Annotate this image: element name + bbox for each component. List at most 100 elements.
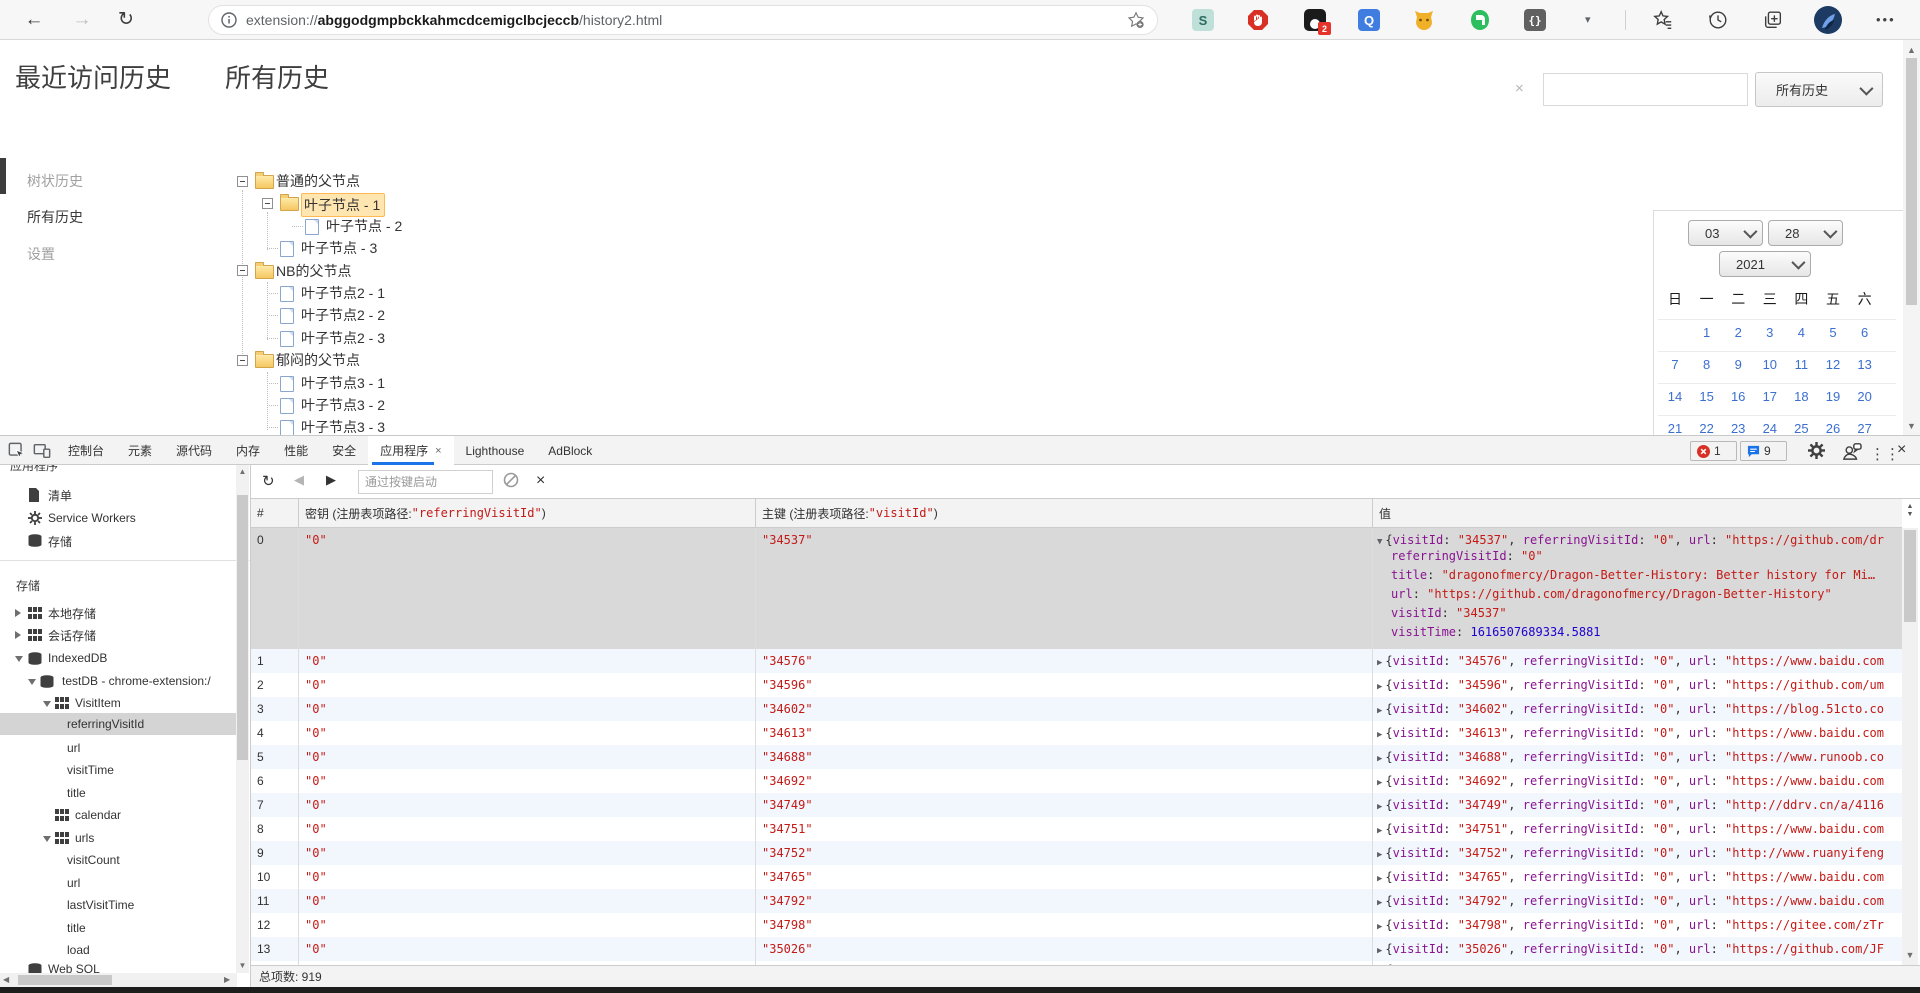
devtools-close-icon[interactable]: × bbox=[1897, 441, 1906, 459]
table-row[interactable]: 7"0""34749"▶{visitId: "34749", referring… bbox=[251, 793, 1902, 817]
calendar-day[interactable]: 14 bbox=[1660, 389, 1690, 404]
column-value[interactable]: 值 bbox=[1373, 499, 1902, 527]
devtools-tab-内存[interactable]: 内存 bbox=[224, 436, 272, 465]
tab-close-icon[interactable]: × bbox=[435, 445, 441, 457]
storage-item-title[interactable]: title bbox=[0, 917, 237, 939]
scroll-up-icon[interactable]: ▲ bbox=[1903, 45, 1920, 55]
storage-item-referringVisitId[interactable]: referringVisitId bbox=[0, 713, 237, 735]
storage-item-calendar[interactable]: calendar bbox=[0, 804, 237, 826]
tree-node-label[interactable]: 郁闷的父节点 bbox=[276, 350, 360, 370]
sidebar-item-Service Workers[interactable]: Service Workers bbox=[0, 507, 237, 529]
value-preview[interactable]: ▶{visitId: "34576", referringVisitId: "0… bbox=[1373, 649, 1902, 668]
expanded-arrow-icon[interactable] bbox=[43, 701, 51, 707]
settings-gear-icon[interactable] bbox=[1808, 442, 1826, 460]
tree-node-label[interactable]: 普通的父节点 bbox=[276, 171, 360, 191]
url-text[interactable]: extension://abggodgmpbckkahmcdcemigclbcj… bbox=[246, 12, 662, 28]
calendar-day[interactable]: 10 bbox=[1755, 357, 1785, 372]
collapsed-arrow-icon[interactable] bbox=[15, 631, 21, 639]
clear-block-icon[interactable] bbox=[503, 472, 519, 488]
sidebar-item-清单[interactable]: 清单 bbox=[0, 484, 237, 506]
sidebar-item-1[interactable]: 树状历史 bbox=[27, 171, 83, 191]
table-row[interactable]: 1"0""34576"▶{visitId: "34576", referring… bbox=[251, 649, 1902, 673]
storage-item-url[interactable]: url bbox=[0, 872, 237, 894]
value-preview[interactable]: ▶{visitId: "34751", referringVisitId: "0… bbox=[1373, 817, 1902, 836]
message-badge[interactable]: 9 bbox=[1740, 441, 1787, 461]
devtools-tab-Lighthouse[interactable]: Lighthouse bbox=[454, 436, 537, 465]
table-row[interactable]: 10"0""34765"▶{visitId: "34765", referrin… bbox=[251, 865, 1902, 889]
sidebar-horizontal-scrollbar[interactable]: ◀ ▶ bbox=[0, 973, 237, 987]
calendar-day[interactable]: 18 bbox=[1786, 389, 1816, 404]
calendar-day[interactable]: 15 bbox=[1692, 389, 1722, 404]
value-preview[interactable]: ▶{visitId: "35026", referringVisitId: "0… bbox=[1373, 937, 1902, 956]
table-row[interactable]: 5"0""34688"▶{visitId: "34688", referring… bbox=[251, 745, 1902, 769]
calendar-day[interactable]: 12 bbox=[1818, 357, 1848, 372]
table-row[interactable]: 0"0""34537"▼{visitId: "34537", referring… bbox=[251, 528, 1902, 649]
extension-q-icon[interactable]: Q bbox=[1358, 9, 1380, 31]
refresh-icon[interactable]: ↻ bbox=[262, 472, 275, 490]
extension-s-icon[interactable]: S bbox=[1192, 9, 1214, 31]
calendar-day[interactable]: 22 bbox=[1692, 421, 1722, 435]
calendar-day[interactable]: 16 bbox=[1723, 389, 1753, 404]
column-resize-arrows[interactable]: ▲▼ bbox=[1904, 503, 1916, 519]
tree-node-label[interactable]: 叶子节点3 - 3 bbox=[301, 417, 385, 435]
month-select[interactable]: 03 bbox=[1688, 220, 1763, 246]
value-preview[interactable]: ▶{visitId: "34792", referringVisitId: "0… bbox=[1373, 889, 1902, 908]
sidebar-item-2[interactable]: 所有历史 bbox=[27, 207, 83, 227]
year-select[interactable]: 2021 bbox=[1719, 251, 1811, 277]
key-filter-input[interactable] bbox=[358, 470, 493, 494]
value-preview[interactable]: ▶{visitId: "34613", referringVisitId: "0… bbox=[1373, 721, 1902, 740]
calendar-day[interactable]: 4 bbox=[1786, 325, 1816, 340]
devtools-tab-安全[interactable]: 安全 bbox=[320, 436, 368, 465]
table-row[interactable]: 11"0""34792"▶{visitId: "34792", referrin… bbox=[251, 889, 1902, 913]
calendar-day[interactable]: 1 bbox=[1692, 325, 1722, 340]
value-preview[interactable]: ▶{visitId: "34692", referringVisitId: "0… bbox=[1373, 769, 1902, 788]
value-preview[interactable]: ▶{visitId: "34596", referringVisitId: "0… bbox=[1373, 673, 1902, 692]
calendar-day[interactable]: 26 bbox=[1818, 421, 1848, 435]
column-key[interactable]: 密钥 (注册表项路径: "referringVisitId") bbox=[299, 499, 756, 527]
next-page-icon[interactable]: ▶ bbox=[326, 472, 336, 488]
calendar-day[interactable]: 19 bbox=[1818, 389, 1848, 404]
value-preview[interactable]: ▶{visitId: "34765", referringVisitId: "0… bbox=[1373, 865, 1902, 884]
scroll-down-icon[interactable]: ▼ bbox=[1903, 421, 1920, 431]
add-favorite-icon[interactable] bbox=[1127, 11, 1145, 29]
storage-item-visitTime[interactable]: visitTime bbox=[0, 759, 237, 781]
calendar-day[interactable]: 21 bbox=[1660, 421, 1690, 435]
scroll-right-icon[interactable]: ▶ bbox=[224, 975, 230, 984]
collections-icon[interactable] bbox=[1762, 9, 1784, 31]
sidebar-item-存储[interactable]: 存储 bbox=[0, 530, 237, 552]
calendar-day[interactable]: 17 bbox=[1755, 389, 1785, 404]
devtools-tab-应用程序[interactable]: 应用程序× bbox=[368, 436, 453, 465]
column-index[interactable]: # bbox=[251, 499, 299, 527]
page-scrollbar[interactable]: ▲ ▼ bbox=[1903, 40, 1920, 435]
grid-scrollbar[interactable]: ▼ bbox=[1902, 528, 1918, 965]
site-info-icon[interactable] bbox=[221, 12, 237, 28]
expanded-arrow-icon[interactable] bbox=[15, 656, 23, 662]
storage-item-urls[interactable]: urls bbox=[0, 827, 237, 849]
calendar-day[interactable]: 20 bbox=[1850, 389, 1880, 404]
calendar-day[interactable]: 11 bbox=[1786, 357, 1816, 372]
extension-braces-icon[interactable]: {} bbox=[1524, 9, 1546, 31]
storage-item-testDB - chrome-extension:/[interactable]: testDB - chrome-extension:/ bbox=[0, 670, 237, 692]
clear-search-icon[interactable]: × bbox=[1515, 80, 1524, 97]
storage-item-会话存储[interactable]: 会话存储 bbox=[0, 624, 237, 646]
tree-collapse-icon[interactable] bbox=[262, 198, 273, 209]
reload-icon[interactable]: ↻ bbox=[113, 7, 139, 33]
storage-item-url[interactable]: url bbox=[0, 737, 237, 759]
calendar-day[interactable]: 3 bbox=[1755, 325, 1785, 340]
calendar-day[interactable]: 27 bbox=[1850, 421, 1880, 435]
extension-leaf-icon[interactable] bbox=[1469, 9, 1491, 31]
favorites-icon[interactable] bbox=[1652, 9, 1674, 31]
extensions-caret-icon[interactable]: ▾ bbox=[1585, 13, 1591, 26]
tree-node-label[interactable]: 叶子节点3 - 1 bbox=[301, 373, 385, 393]
calendar-day[interactable]: 23 bbox=[1723, 421, 1753, 435]
tree-node-label[interactable]: 叶子节点 - 1 bbox=[301, 193, 385, 217]
storage-item-visitCount[interactable]: visitCount bbox=[0, 849, 237, 871]
extension-tv-icon[interactable]: 2 bbox=[1304, 9, 1326, 31]
sidebar-item-3[interactable]: 设置 bbox=[27, 244, 55, 264]
scroll-up-icon[interactable]: ▲ bbox=[236, 467, 249, 476]
tree-collapse-icon[interactable] bbox=[237, 355, 248, 366]
calendar-day[interactable]: 8 bbox=[1692, 357, 1722, 372]
back-icon[interactable]: ← bbox=[21, 7, 47, 33]
tree-node-label[interactable]: 叶子节点 - 3 bbox=[301, 238, 377, 258]
scrollbar-thumb[interactable] bbox=[237, 495, 248, 760]
